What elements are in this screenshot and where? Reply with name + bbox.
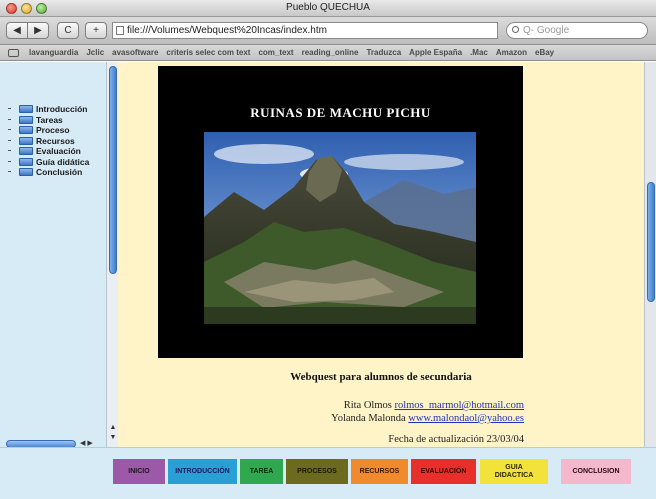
- left-frame: Introducción Tareas Proceso Recursos Evaluac…: [0, 62, 118, 447]
- menu-item[interactable]: Conclusión: [8, 167, 89, 178]
- search-input[interactable]: Q- Google: [506, 22, 648, 39]
- tree-connector-icon: [8, 129, 11, 130]
- title-bar: Pueblo QUECHUA: [0, 0, 656, 17]
- bookmark-item[interactable]: eBay: [535, 45, 554, 60]
- subtitle: Webquest para alumnos de secundaria: [290, 371, 472, 383]
- folder-icon: [19, 105, 33, 113]
- credits: Rita Olmos rolmos_marmol@hotmail.com Yol…: [118, 399, 524, 425]
- author1-name: Rita Olmos: [343, 400, 392, 411]
- tree-connector-icon: [8, 139, 11, 141]
- bookmark-item[interactable]: Jclic: [86, 45, 104, 60]
- author-line-2: Yolanda Malonda www.malondaol@yahoo.es: [118, 412, 524, 425]
- page-icon: [116, 26, 124, 35]
- folder-icon: [19, 136, 33, 145]
- bottom-nav-frame: INICIO INTRODUCCIÓN TAREA PROCESOS RECURSOS E…: [0, 447, 656, 499]
- bookmarks-bar: lavanguardia Jclic avasoftware criteris sel…: [0, 45, 656, 61]
- bookmark-item[interactable]: Apple España: [409, 45, 462, 60]
- main-frame: RUINAS DE MACHU PICHU Webquest para alum…: [118, 62, 644, 447]
- window-title: Pueblo QUECHUA: [286, 2, 370, 13]
- nav-button[interactable]: PROCESOS: [286, 459, 348, 484]
- menu-item-label: Introducción: [36, 104, 88, 114]
- nav-button[interactable]: TAREA: [240, 459, 283, 484]
- left-scroll-thumb[interactable]: [109, 66, 117, 274]
- add-bookmark-button[interactable]: +: [85, 22, 107, 39]
- folder-icon: [19, 168, 33, 176]
- menu-item[interactable]: Guía didática: [8, 157, 89, 168]
- bookmarks-book-icon[interactable]: [8, 49, 19, 57]
- nav-button[interactable]: GUIA DIDACTICA: [480, 459, 548, 484]
- title-banner: RUINAS DE MACHU PICHU: [158, 66, 523, 358]
- bookmark-item[interactable]: avasoftware: [112, 45, 158, 60]
- page-title: RUINAS DE MACHU PICHU: [250, 105, 431, 120]
- menu-item-label: Evaluación: [36, 146, 81, 156]
- tree-connector-icon: [8, 160, 11, 162]
- bookmark-item[interactable]: lavanguardia: [29, 45, 78, 60]
- left-vertical-scrollbar[interactable]: ▲ ▼: [106, 62, 118, 447]
- folder-icon: [19, 147, 33, 155]
- tree-connector-icon: [8, 108, 11, 109]
- author2-email-link[interactable]: www.malondaol@yahoo.es: [408, 413, 524, 424]
- machu-picchu-photo: [204, 132, 476, 324]
- left-scroll-arrows[interactable]: ▲ ▼: [108, 423, 118, 445]
- bookmark-item[interactable]: .Mac: [470, 45, 488, 60]
- folder-icon: [19, 126, 33, 134]
- nav-button[interactable]: INICIO: [113, 459, 165, 484]
- menu-item-label: Proceso: [36, 125, 70, 135]
- menu-item[interactable]: Recursos: [8, 136, 89, 147]
- menu-item[interactable]: Introducción: [8, 104, 89, 115]
- menu-item[interactable]: Tareas: [8, 115, 89, 126]
- menu-item-label: Recursos: [36, 135, 75, 146]
- author1-email-link[interactable]: rolmos_marmol@hotmail.com: [394, 400, 524, 411]
- forward-button[interactable]: ▶: [27, 22, 49, 39]
- back-button[interactable]: ◀: [6, 22, 28, 39]
- bookmark-item[interactable]: Amazon: [496, 45, 527, 60]
- reload-button[interactable]: C: [57, 22, 79, 39]
- tree-connector-icon: [8, 171, 11, 172]
- menu-item-label: Conclusión: [36, 167, 83, 177]
- author2-name: Yolanda Malonda: [331, 413, 406, 424]
- menu-item-label: Guía didática: [36, 156, 90, 167]
- right-vertical-scrollbar[interactable]: [644, 62, 656, 447]
- bookmark-item[interactable]: reading_online: [302, 45, 359, 60]
- bookmark-item[interactable]: com_text: [258, 45, 293, 60]
- search-placeholder: Q- Google: [523, 25, 570, 36]
- menu-item-label: Tareas: [36, 114, 63, 125]
- bookmarks-list: lavanguardia Jclic avasoftware criteris sel…: [29, 45, 562, 60]
- tree-connector-icon: [8, 150, 11, 151]
- author-line-1: Rita Olmos rolmos_marmol@hotmail.com: [118, 399, 524, 412]
- right-scroll-thumb[interactable]: [647, 182, 655, 302]
- bookmark-item[interactable]: criteris selec com text: [166, 45, 250, 60]
- nav-button[interactable]: EVALUACIÓN: [411, 459, 476, 484]
- side-menu: Introducción Tareas Proceso Recursos Evaluac…: [8, 104, 89, 178]
- tree-connector-icon: [8, 118, 11, 120]
- folder-icon: [19, 157, 33, 166]
- menu-item[interactable]: Proceso: [8, 125, 89, 136]
- nav-button[interactable]: INTRODUCCIÓN: [168, 459, 237, 484]
- menu-item[interactable]: Evaluación: [8, 146, 89, 157]
- update-date: Fecha de actualización 23/03/04: [388, 434, 524, 445]
- address-field[interactable]: file:///Volumes/Webquest%20Incas/index.h…: [112, 22, 498, 39]
- search-icon: [512, 26, 519, 33]
- browser-window: Pueblo QUECHUA ◀ ▶ C + file:///Volumes/W…: [0, 0, 656, 499]
- nav-button[interactable]: RECURSOS: [351, 459, 408, 484]
- nav-button[interactable]: CONCLUSION: [561, 459, 631, 484]
- address-text: file:///Volumes/Webquest%20Incas/index.h…: [127, 25, 327, 36]
- bookmark-item[interactable]: Traduzca: [366, 45, 401, 60]
- folder-icon: [19, 115, 33, 124]
- browser-toolbar: ◀ ▶ C + file:///Volumes/Webquest%20Incas…: [0, 17, 656, 45]
